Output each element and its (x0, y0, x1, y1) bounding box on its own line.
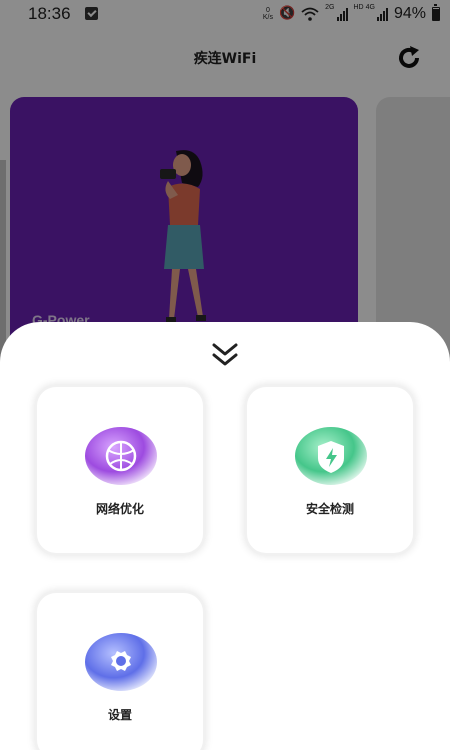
security-check-card[interactable]: 安全检测 (244, 384, 416, 556)
network-optimize-label: 网络优化 (95, 502, 144, 516)
globe-icon (85, 427, 157, 485)
double-chevron-down-icon[interactable] (211, 342, 239, 368)
shield-bolt-icon (295, 427, 367, 485)
gear-icon (85, 633, 157, 691)
settings-label: 设置 (107, 708, 132, 722)
network-optimize-card[interactable]: 网络优化 (34, 384, 206, 556)
security-check-label: 安全检测 (305, 502, 354, 516)
bottom-sheet: 网络优化 安全检测 设置 (0, 322, 450, 750)
settings-card[interactable]: 设置 (34, 590, 206, 750)
